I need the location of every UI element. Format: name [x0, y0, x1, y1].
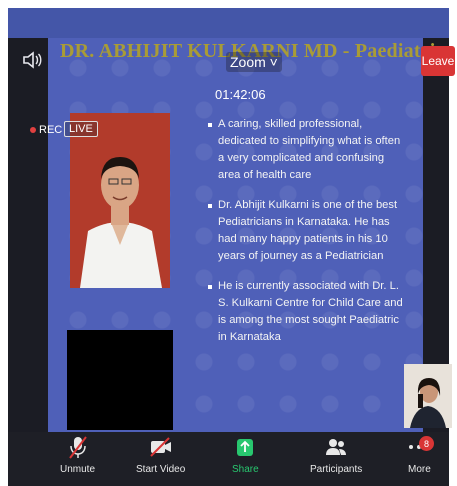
share-arrow-icon — [236, 432, 254, 462]
bullet-item: He is currently associated with Dr. L. S… — [208, 278, 408, 346]
participant-video-thumbnail[interactable] — [404, 364, 452, 428]
slide-bullets: A caring, skilled professional, dedicate… — [208, 116, 408, 359]
start-video-label: Start Video — [136, 464, 186, 475]
recording-indicator: REC — [30, 124, 62, 136]
meeting-toolbar: Unmute Start Video Share Participants Mo… — [8, 432, 449, 486]
unmute-button[interactable]: Unmute — [60, 432, 95, 475]
bullet-text: Dr. Abhijit Kulkarni is one of the best … — [218, 199, 398, 262]
start-video-button[interactable]: Start Video — [136, 432, 185, 475]
leave-button[interactable]: Leave — [421, 46, 455, 76]
self-video-tile — [67, 330, 173, 430]
record-dot-icon — [30, 127, 36, 133]
bullet-text: He is currently associated with Dr. L. S… — [218, 280, 403, 343]
notification-badge: 8 — [419, 436, 434, 451]
doctor-photo — [70, 113, 170, 288]
bullet-item: Dr. Abhijit Kulkarni is one of the best … — [208, 197, 408, 265]
meeting-timer: 01:42:06 — [215, 87, 266, 102]
zoom-menu-button[interactable]: Zoom ˅ — [226, 52, 282, 72]
share-button[interactable]: Share — [232, 432, 259, 475]
more-label: More — [408, 464, 431, 475]
video-off-icon — [148, 432, 174, 462]
participants-button[interactable]: Participants — [310, 432, 362, 475]
speaker-icon[interactable] — [22, 50, 44, 70]
unmute-label: Unmute — [60, 464, 96, 475]
top-strip — [8, 8, 449, 38]
bullet-icon — [208, 204, 212, 208]
participants-label: Participants — [310, 464, 363, 475]
share-label: Share — [232, 464, 259, 475]
live-badge: LIVE — [64, 121, 98, 137]
bullet-icon — [208, 285, 212, 289]
mic-muted-icon — [67, 432, 89, 462]
participants-icon — [325, 432, 347, 462]
rec-label: REC — [39, 124, 63, 136]
bullet-icon — [208, 123, 212, 127]
bullet-item: A caring, skilled professional, dedicate… — [208, 116, 408, 184]
bullet-text: A caring, skilled professional, dedicate… — [218, 118, 401, 181]
